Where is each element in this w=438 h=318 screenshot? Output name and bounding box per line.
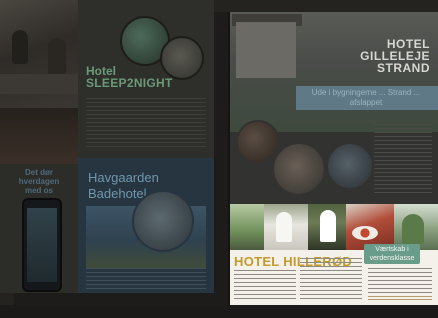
photo-person bbox=[48, 38, 66, 78]
phone-ad-text: Det dør hverdagen med os bbox=[18, 168, 60, 195]
havgaard-title-line2: Badehotel bbox=[88, 186, 147, 201]
havgaard-body-text bbox=[86, 268, 206, 290]
hillerod-caption bbox=[368, 296, 432, 302]
hillerod-photo-garden bbox=[230, 204, 264, 250]
bottom-shadow bbox=[0, 305, 438, 318]
chef-figure bbox=[320, 210, 336, 242]
photo-desk bbox=[0, 74, 78, 94]
havgaard-title-line1: Havgaarden bbox=[88, 170, 159, 185]
gilleleje-circle-photo bbox=[272, 142, 326, 196]
phone-illustration bbox=[22, 198, 62, 292]
gilleleje-band-text: Ude i bygningerne ... Strand ... afslapp… bbox=[311, 88, 421, 107]
house-facade bbox=[236, 22, 296, 78]
food-plate bbox=[352, 226, 378, 240]
gilleleje-body-text bbox=[374, 124, 432, 194]
phone-screen bbox=[27, 208, 57, 282]
havgaard-circle-photo bbox=[132, 190, 194, 252]
sleep2night-title-name: SLEEP2NIGHT bbox=[86, 76, 173, 90]
hillerod-body-text bbox=[234, 270, 296, 300]
chef-figure bbox=[276, 212, 292, 242]
photo-person bbox=[12, 30, 28, 64]
hillerod-body-text bbox=[300, 258, 362, 300]
gilleleje-title: HOTEL GILLELEJE STRAND bbox=[360, 37, 430, 75]
magazine-spread: Hotel SLEEP2NIGHT Det dør hverdagen med … bbox=[0, 0, 438, 318]
hillerod-badge-text: Værtskab i verdensklasse bbox=[369, 246, 415, 262]
sleep2night-circle-photo bbox=[160, 36, 204, 80]
gilleleje-circle-photo bbox=[326, 142, 374, 190]
interior-photo bbox=[0, 108, 78, 164]
sleep2night-body-text bbox=[86, 98, 206, 150]
plant-figure bbox=[402, 214, 424, 244]
hillerod-body-text bbox=[368, 268, 432, 294]
